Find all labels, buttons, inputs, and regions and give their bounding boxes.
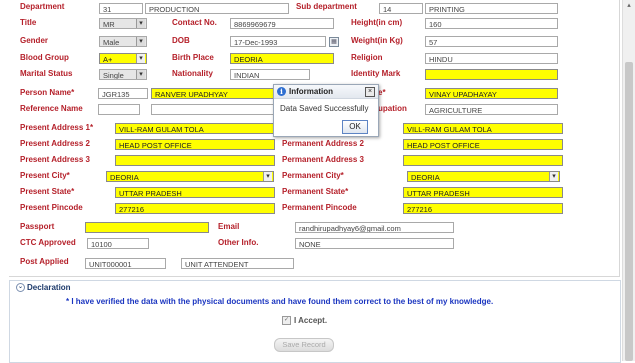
- permanent-address3-label: Permanent Address 3: [282, 155, 364, 164]
- reference-name-field[interactable]: [151, 104, 281, 115]
- ok-button[interactable]: OK: [342, 120, 368, 134]
- present-city-select[interactable]: DEORIA: [106, 171, 274, 182]
- dob-field[interactable]: 17-Dec-1993: [230, 36, 326, 47]
- permanent-pincode-label: Permanent Pincode: [282, 203, 357, 212]
- sub-department-name-field[interactable]: PRINTING: [425, 3, 558, 14]
- accept-label: I Accept.: [294, 316, 328, 325]
- ctc-field[interactable]: 10100: [87, 238, 149, 249]
- calendar-icon[interactable]: ▦: [329, 37, 339, 47]
- present-pincode-label: Present Pincode: [20, 203, 83, 212]
- title-label: Title: [20, 18, 37, 27]
- declaration-header[interactable]: ⌄ Declaration: [16, 283, 71, 293]
- gender-label: Gender: [20, 36, 49, 45]
- present-pincode-field[interactable]: 277216: [115, 203, 275, 214]
- permanent-city-select[interactable]: DEORIA: [407, 171, 560, 182]
- email-label: Email: [218, 222, 240, 231]
- passport-label: Passport: [20, 222, 55, 231]
- post-applied-label: Post Applied: [20, 257, 69, 266]
- height-label: Height(in cm): [351, 18, 403, 27]
- checkbox-checked-icon[interactable]: ✓: [282, 316, 291, 326]
- reference-name-label: Reference Name: [20, 104, 83, 113]
- blood-group-select[interactable]: A+: [99, 53, 147, 64]
- permanent-address2-label: Permanent Address 2: [282, 139, 364, 148]
- person-code-field[interactable]: JGR135: [98, 88, 148, 99]
- permanent-address1-field[interactable]: VILL-RAM GULAM TOLA: [403, 123, 563, 134]
- permanent-city-label: Permanent City*: [282, 171, 344, 180]
- present-city-label: Present City*: [20, 171, 70, 180]
- title-select[interactable]: MR: [99, 18, 147, 29]
- present-state-field[interactable]: UTTAR PRADESH: [115, 187, 275, 198]
- present-address3-label: Present Address 3: [20, 155, 90, 164]
- gender-select[interactable]: Male: [99, 36, 147, 47]
- blood-group-label: Blood Group: [20, 53, 69, 62]
- birth-place-field[interactable]: DEORIA: [230, 53, 334, 64]
- info-icon: i: [277, 87, 286, 96]
- person-name-label: Person Name*: [20, 88, 75, 97]
- chevron-down-icon[interactable]: ⌄: [16, 283, 25, 293]
- scroll-up-arrow-icon[interactable]: ▴: [625, 2, 633, 10]
- present-address1-label: Present Address 1*: [20, 123, 94, 132]
- post-name-field[interactable]: UNIT ATTENDENT: [181, 258, 294, 269]
- scroll-thumb[interactable]: [625, 62, 633, 361]
- other-info-field[interactable]: NONE: [295, 238, 454, 249]
- father-name-field[interactable]: VINAY UPADHAYAY: [425, 88, 558, 99]
- save-record-button[interactable]: Save Record: [274, 338, 334, 352]
- present-address1-field[interactable]: VILL-RAM GULAM TOLA: [115, 123, 275, 134]
- nationality-label: Nationality: [172, 69, 213, 78]
- declaration-panel: ⌄ Declaration * I have verified the data …: [9, 280, 621, 363]
- marital-select[interactable]: Single: [99, 69, 147, 80]
- department-label: Department: [20, 2, 65, 11]
- weight-field[interactable]: 57: [425, 36, 558, 47]
- dialog-title: Information: [289, 87, 333, 96]
- contact-field[interactable]: 8869969679: [230, 18, 334, 29]
- identity-mark-field[interactable]: [425, 69, 558, 80]
- vertical-scrollbar[interactable]: ▴: [622, 0, 635, 361]
- permanent-state-field[interactable]: UTTAR PRADESH: [403, 187, 563, 198]
- declaration-text: * I have verified the data with the phys…: [66, 297, 494, 306]
- permanent-state-label: Permanent State*: [282, 187, 349, 196]
- present-state-label: Present State*: [20, 187, 75, 196]
- occupation-label: upation: [378, 104, 407, 113]
- declaration-title: Declaration: [27, 283, 71, 292]
- religion-label: Religion: [351, 53, 383, 62]
- weight-label: Weight(in Kg): [351, 36, 403, 45]
- reference-code-field[interactable]: [98, 104, 140, 115]
- dialog-title-bar[interactable]: i Information ×: [274, 85, 378, 99]
- department-code-field[interactable]: 31: [99, 3, 143, 14]
- passport-field[interactable]: [85, 222, 209, 233]
- nationality-field[interactable]: INDIAN: [230, 69, 310, 80]
- dialog-message: Data Saved Successfully: [280, 104, 369, 113]
- information-dialog: i Information × Data Saved Successfully …: [273, 84, 379, 137]
- sub-department-code-field[interactable]: 14: [379, 3, 423, 14]
- permanent-address3-field[interactable]: [403, 155, 563, 166]
- height-field[interactable]: 160: [425, 18, 558, 29]
- ctc-label: CTC Approved: [20, 238, 76, 247]
- dob-label: DOB: [172, 36, 190, 45]
- contact-label: Contact No.: [172, 18, 217, 27]
- other-info-label: Other Info.: [218, 238, 259, 247]
- sub-department-label: Sub department: [296, 2, 357, 11]
- close-icon[interactable]: ×: [365, 87, 375, 97]
- person-name-field[interactable]: RANVER UPADHYAY: [151, 88, 281, 99]
- present-address2-field[interactable]: HEAD POST OFFICE: [115, 139, 275, 150]
- present-address2-label: Present Address 2: [20, 139, 90, 148]
- employee-form: Department 31 PRODUCTION Sub department …: [9, 0, 620, 277]
- accept-checkbox-row[interactable]: ✓ I Accept.: [282, 316, 328, 326]
- occupation-field[interactable]: AGRICULTURE: [425, 104, 558, 115]
- post-code-field[interactable]: UNIT000001: [85, 258, 166, 269]
- identity-mark-label: Identity Mark: [351, 69, 401, 78]
- religion-field[interactable]: HINDU: [425, 53, 558, 64]
- marital-label: Marital Status: [20, 69, 73, 78]
- permanent-pincode-field[interactable]: 277216: [403, 203, 563, 214]
- birth-place-label: Birth Place: [172, 53, 214, 62]
- department-name-field[interactable]: PRODUCTION: [145, 3, 289, 14]
- present-address3-field[interactable]: [115, 155, 275, 166]
- permanent-address2-field[interactable]: HEAD POST OFFICE: [403, 139, 563, 150]
- email-field[interactable]: randhirupadhyay6@gmail.com: [295, 222, 454, 233]
- father-name-label: e*: [378, 88, 386, 97]
